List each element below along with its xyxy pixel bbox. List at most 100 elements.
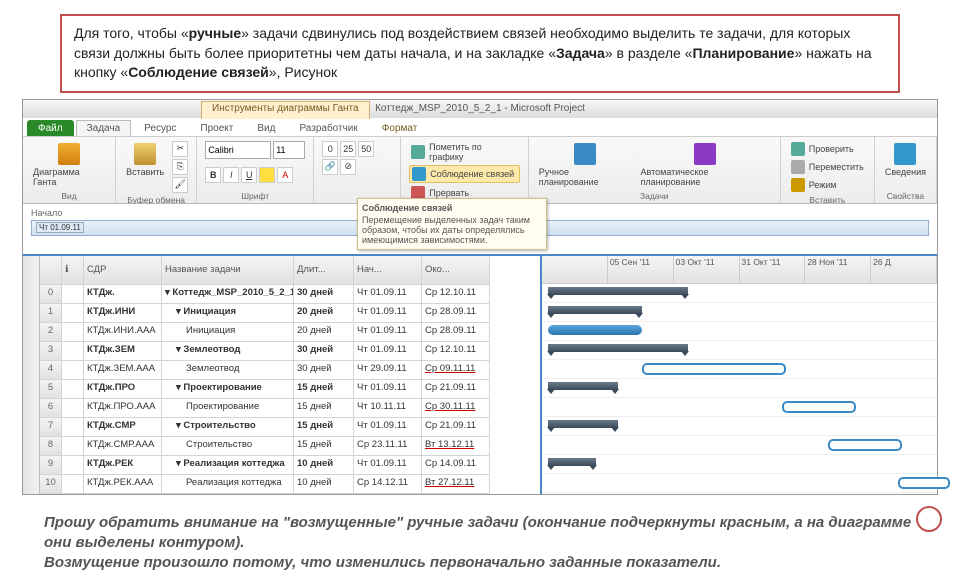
cell-finish[interactable]: Ср 28.09.11 bbox=[422, 323, 490, 342]
cell-name[interactable]: ▾ Проектирование bbox=[162, 380, 294, 399]
brush-icon[interactable]: 🖌 bbox=[172, 177, 188, 193]
table-row[interactable]: 5КТДж.ПРО▾ Проектирование15 днейЧт 01.09… bbox=[40, 380, 540, 399]
cell-name[interactable]: Проектирование bbox=[162, 399, 294, 418]
auto-schedule-button[interactable]: Автоматическое планирование bbox=[639, 141, 772, 189]
cell-wbs[interactable]: КТДж.ИНИ bbox=[84, 304, 162, 323]
col-finish[interactable]: Око... bbox=[422, 256, 490, 285]
cell-duration[interactable]: 10 дней bbox=[294, 475, 354, 494]
tab-developer[interactable]: Разработчик bbox=[288, 120, 368, 136]
manual-schedule-button[interactable]: Ручное планирование bbox=[537, 141, 633, 189]
cell-start[interactable]: Чт 01.09.11 bbox=[354, 323, 422, 342]
table-row[interactable]: 4КТДж.ЗЕМ.АААЗемлеотвод30 днейЧт 29.09.1… bbox=[40, 361, 540, 380]
col-start[interactable]: Нач... bbox=[354, 256, 422, 285]
cell-start[interactable]: Чт 01.09.11 bbox=[354, 304, 422, 323]
cell-start[interactable]: Ср 23.11.11 bbox=[354, 437, 422, 456]
table-row[interactable]: 0КТДж.▾ Коттедж_MSP_2010_5_2_130 днейЧт … bbox=[40, 285, 540, 304]
cell-wbs[interactable]: КТДж.РЕК.ААА bbox=[84, 475, 162, 494]
information-button[interactable]: Сведения bbox=[883, 141, 928, 179]
cell-start[interactable]: Чт 01.09.11 bbox=[354, 342, 422, 361]
inspect-button[interactable]: Проверить bbox=[789, 141, 866, 157]
cell-wbs[interactable]: КТДж.ПРО.ААА bbox=[84, 399, 162, 418]
cell-wbs[interactable]: КТДж.ЗЕМ.ААА bbox=[84, 361, 162, 380]
cell-start[interactable]: Ср 14.12.11 bbox=[354, 475, 422, 494]
cell-finish[interactable]: Ср 14.09.11 bbox=[422, 456, 490, 475]
cell-name[interactable]: ▾ Землеотвод bbox=[162, 342, 294, 361]
cell-duration[interactable]: 15 дней bbox=[294, 380, 354, 399]
cell-finish[interactable]: Ср 21.09.11 bbox=[422, 380, 490, 399]
paste-button[interactable]: Вставить bbox=[124, 141, 166, 179]
tab-view[interactable]: Вид bbox=[246, 120, 286, 136]
gantt-bar[interactable] bbox=[548, 325, 642, 335]
bgcolor-button[interactable] bbox=[259, 167, 275, 183]
font-name-input[interactable] bbox=[205, 141, 271, 159]
move-button[interactable]: Переместить bbox=[789, 159, 866, 175]
font-size-input[interactable] bbox=[273, 141, 305, 159]
cell-name[interactable]: ▾ Реализация коттеджа bbox=[162, 456, 294, 475]
tab-resource[interactable]: Ресурс bbox=[133, 120, 187, 136]
cell-duration[interactable]: 15 дней bbox=[294, 437, 354, 456]
table-row[interactable]: 6КТДж.ПРО.АААПроектирование15 днейЧт 10.… bbox=[40, 399, 540, 418]
cell-name[interactable]: ▾ Коттедж_MSP_2010_5_2_1 bbox=[162, 285, 294, 304]
tab-task[interactable]: Задача bbox=[76, 120, 132, 136]
gantt-bar[interactable] bbox=[782, 401, 856, 413]
bold-button[interactable]: B bbox=[205, 167, 221, 183]
cell-duration[interactable]: 15 дней bbox=[294, 418, 354, 437]
cell-finish[interactable]: Ср 09.11.11 bbox=[422, 361, 490, 380]
tab-project[interactable]: Проект bbox=[189, 120, 244, 136]
cut-icon[interactable]: ✂ bbox=[172, 141, 188, 157]
col-name[interactable]: Название задачи bbox=[162, 256, 294, 285]
mode-button[interactable]: Режим bbox=[789, 177, 866, 193]
gantt-bar[interactable] bbox=[548, 344, 688, 352]
gantt-bar[interactable] bbox=[548, 458, 596, 466]
cell-start[interactable]: Чт 10.11.11 bbox=[354, 399, 422, 418]
gantt-bar[interactable] bbox=[898, 477, 950, 489]
cell-duration[interactable]: 15 дней bbox=[294, 399, 354, 418]
cell-finish[interactable]: Ср 28.09.11 bbox=[422, 304, 490, 323]
cell-finish[interactable]: Вт 13.12.11 bbox=[422, 437, 490, 456]
col-wbs[interactable]: СДР bbox=[84, 256, 162, 285]
cell-finish[interactable]: Ср 21.09.11 bbox=[422, 418, 490, 437]
cell-wbs[interactable]: КТДж.РЕК bbox=[84, 456, 162, 475]
tab-file[interactable]: Файл bbox=[27, 120, 74, 136]
cell-start[interactable]: Чт 01.09.11 bbox=[354, 285, 422, 304]
table-row[interactable]: 2КТДж.ИНИ.АААИнициация20 днейЧт 01.09.11… bbox=[40, 323, 540, 342]
col-info[interactable]: ℹ bbox=[62, 256, 84, 285]
cell-duration[interactable]: 30 дней bbox=[294, 285, 354, 304]
cell-finish[interactable]: Ср 30.11.11 bbox=[422, 399, 490, 418]
link-button[interactable]: 🔗 bbox=[322, 159, 338, 175]
table-row[interactable]: 1КТДж.ИНИ▾ Инициация20 днейЧт 01.09.11Ср… bbox=[40, 304, 540, 323]
col-duration[interactable]: Длит... bbox=[294, 256, 354, 285]
cell-start[interactable]: Чт 01.09.11 bbox=[354, 380, 422, 399]
cell-finish[interactable]: Вт 27.12.11 bbox=[422, 475, 490, 494]
col-rownum[interactable] bbox=[40, 256, 62, 285]
gantt-bar[interactable] bbox=[548, 382, 618, 390]
cell-name[interactable]: ▾ Строительство bbox=[162, 418, 294, 437]
gantt-chart-button[interactable]: Диаграмма Ганта bbox=[31, 141, 107, 189]
table-row[interactable]: 9КТДж.РЕК▾ Реализация коттеджа10 днейЧт … bbox=[40, 456, 540, 475]
fontcolor-button[interactable]: A bbox=[277, 167, 293, 183]
cell-wbs[interactable]: КТДж. bbox=[84, 285, 162, 304]
cell-name[interactable]: Реализация коттеджа bbox=[162, 475, 294, 494]
tab-format[interactable]: Формат bbox=[371, 120, 429, 136]
cell-wbs[interactable]: КТДж.СМР.ААА bbox=[84, 437, 162, 456]
cell-start[interactable]: Чт 01.09.11 bbox=[354, 456, 422, 475]
table-row[interactable]: 10КТДж.РЕК.АААРеализация коттеджа10 дней… bbox=[40, 475, 540, 494]
mark-on-track-button[interactable]: Пометить по графику bbox=[409, 141, 520, 163]
cell-name[interactable]: Строительство bbox=[162, 437, 294, 456]
cell-name[interactable]: Землеотвод bbox=[162, 361, 294, 380]
italic-button[interactable]: I bbox=[223, 167, 239, 183]
cell-name[interactable]: ▾ Инициация bbox=[162, 304, 294, 323]
cell-wbs[interactable]: КТДж.ИНИ.ААА bbox=[84, 323, 162, 342]
copy-icon[interactable]: ⎘ bbox=[172, 159, 188, 175]
cell-start[interactable]: Чт 01.09.11 bbox=[354, 418, 422, 437]
gantt-bar[interactable] bbox=[828, 439, 902, 451]
cell-wbs[interactable]: КТДж.ПРО bbox=[84, 380, 162, 399]
underline-button[interactable]: U bbox=[241, 167, 257, 183]
cell-duration[interactable]: 30 дней bbox=[294, 342, 354, 361]
cell-wbs[interactable]: КТДж.ЗЕМ bbox=[84, 342, 162, 361]
view-strip[interactable] bbox=[23, 256, 40, 494]
cell-name[interactable]: Инициация bbox=[162, 323, 294, 342]
cell-duration[interactable]: 30 дней bbox=[294, 361, 354, 380]
table-row[interactable]: 3КТДж.ЗЕМ▾ Землеотвод30 днейЧт 01.09.11С… bbox=[40, 342, 540, 361]
cell-duration[interactable]: 10 дней bbox=[294, 456, 354, 475]
